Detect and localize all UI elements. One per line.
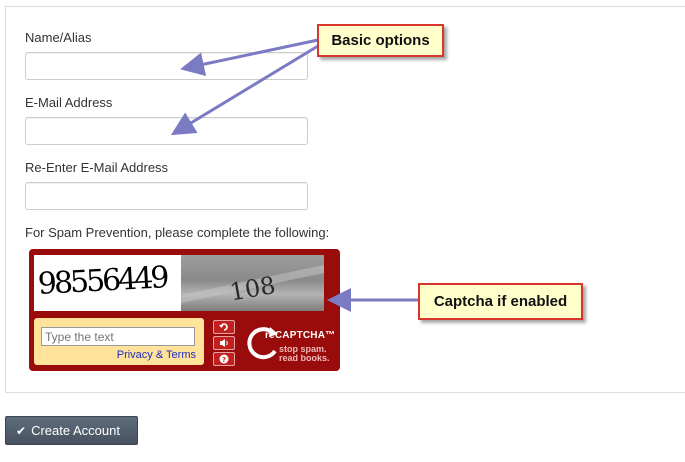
create-account-button[interactable]: ✔ Create Account [5, 416, 138, 445]
create-account-label: Create Account [31, 423, 120, 438]
annotation-arrows [170, 38, 419, 312]
arrow-to-name [180, 38, 319, 77]
callout-captcha: Captcha if enabled [418, 283, 583, 320]
check-icon: ✔ [16, 423, 27, 438]
arrow-to-email [170, 44, 319, 136]
callout-basic-options: Basic options [317, 24, 444, 57]
